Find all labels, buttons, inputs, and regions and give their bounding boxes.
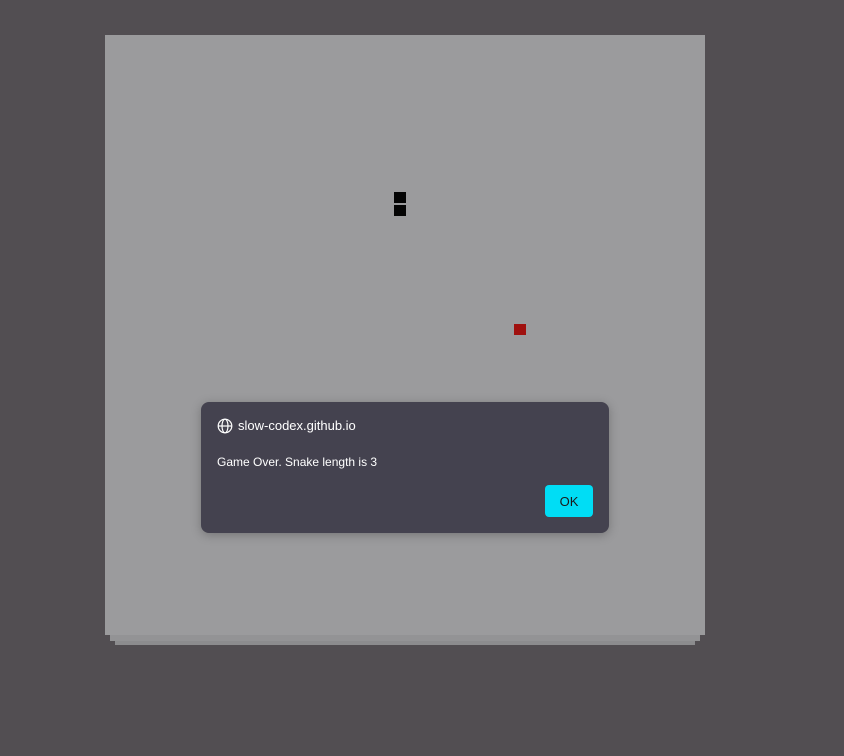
ok-button[interactable]: OK [545, 485, 593, 517]
globe-icon [217, 418, 233, 434]
snake-segment [394, 192, 406, 203]
dialog-header: slow-codex.github.io [217, 418, 356, 434]
food-pellet [514, 324, 526, 335]
game-board[interactable] [105, 35, 705, 635]
alert-dialog: slow-codex.github.io Game Over. Snake le… [201, 402, 609, 533]
dialog-message: Game Over. Snake length is 3 [217, 455, 378, 469]
dialog-origin: slow-codex.github.io [238, 418, 356, 433]
snake-segment [394, 205, 406, 216]
